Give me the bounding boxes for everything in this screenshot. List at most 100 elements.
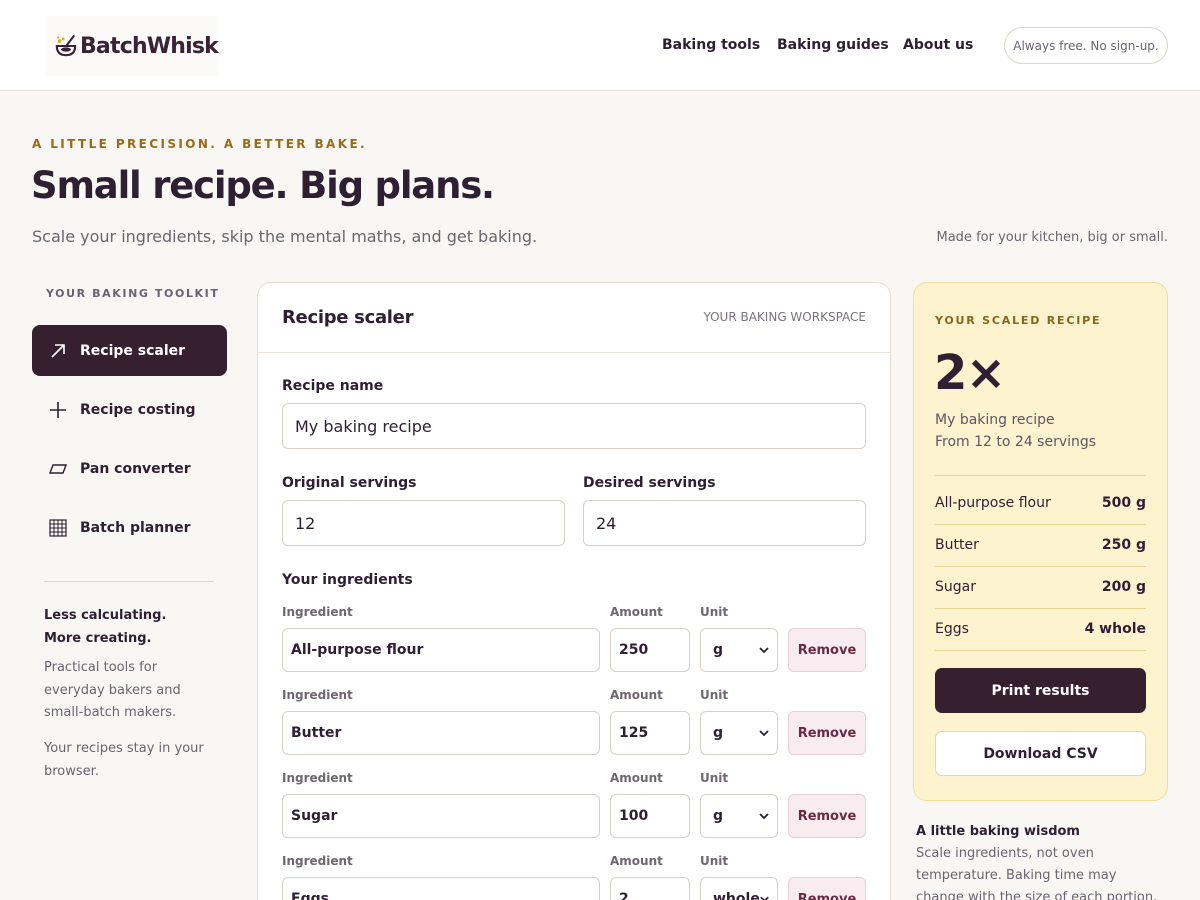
- result-ingredient-name: Butter: [935, 537, 979, 553]
- print-results-button[interactable]: Print results: [935, 668, 1146, 713]
- card-title: Recipe scaler: [282, 307, 414, 328]
- chevron-down-icon: [760, 896, 769, 900]
- workspace-tag: YOUR BAKING WORKSPACE: [703, 310, 866, 324]
- ingredient-amount-input[interactable]: [610, 711, 690, 755]
- sidebar-item-batch-planner[interactable]: Batch planner: [32, 502, 227, 553]
- unit-select-value: whole: [713, 891, 760, 900]
- result-ingredient-name: Sugar: [935, 579, 976, 595]
- sidebar-item-label: Batch planner: [80, 519, 191, 536]
- baking-wisdom-title: A little baking wisdom: [916, 824, 1080, 839]
- chevron-down-icon: [759, 730, 769, 737]
- nav-baking-guides[interactable]: Baking guides: [777, 37, 889, 53]
- amount-column-label: Amount: [610, 605, 663, 619]
- unit-column-label: Unit: [700, 771, 729, 785]
- sidebar-item-pan-converter[interactable]: Pan converter: [32, 443, 227, 494]
- sidebar-item-recipe-costing[interactable]: Recipe costing: [32, 384, 227, 435]
- amount-column-label: Amount: [610, 771, 663, 785]
- ingredient-amount-input[interactable]: [610, 628, 690, 672]
- unit-select[interactable]: g: [700, 628, 778, 672]
- nav-baking-tools[interactable]: Baking tools: [662, 37, 760, 53]
- sidebar-tagline: Less calculating.: [44, 608, 167, 623]
- sidebar-heading: YOUR BAKING TOOLKIT: [46, 287, 220, 300]
- ingredient-column-label: Ingredient: [282, 854, 353, 868]
- remove-ingredient-button[interactable]: Remove: [788, 877, 866, 900]
- whisk-bowl-icon: [55, 35, 77, 57]
- result-ingredient-name: All-purpose flour: [935, 495, 1051, 511]
- sidebar-privacy-note: Your recipes stay in your browser.: [44, 741, 204, 779]
- result-ingredient-value: 4 whole: [1084, 621, 1146, 637]
- ingredient-column-label: Ingredient: [282, 605, 353, 619]
- top-bar: BatchWhisk Baking tools Baking guides Ab…: [0, 0, 1200, 91]
- recipe-name-label: Recipe name: [282, 378, 384, 394]
- ingredient-amount-input[interactable]: [610, 877, 690, 900]
- sidebar-item-label: Pan converter: [80, 460, 191, 477]
- unit-select-value: g: [713, 808, 724, 824]
- ingredient-name-input[interactable]: [282, 711, 600, 755]
- result-recipe-name: My baking recipe: [935, 412, 1055, 428]
- remove-ingredient-button[interactable]: Remove: [788, 794, 866, 838]
- recipe-name-input[interactable]: [282, 403, 866, 449]
- scaled-recipe-panel: YOUR SCALED RECIPE 2× My baking recipe F…: [913, 282, 1168, 801]
- unit-select-value: g: [713, 642, 724, 658]
- original-servings-input[interactable]: [282, 500, 565, 546]
- desired-servings-label: Desired servings: [583, 475, 716, 491]
- result-servings-line: From 12 to 24 servings: [935, 434, 1097, 450]
- remove-ingredient-button[interactable]: Remove: [788, 628, 866, 672]
- brand-logo[interactable]: BatchWhisk: [46, 16, 219, 76]
- page-title: Small recipe. Big plans.: [31, 164, 495, 207]
- result-row: Butter 250 g: [935, 524, 1146, 566]
- result-ingredient-value: 200 g: [1101, 579, 1146, 595]
- unit-select[interactable]: whole: [700, 877, 778, 900]
- divider: [935, 650, 1146, 651]
- unit-select[interactable]: g: [700, 711, 778, 755]
- amount-column-label: Amount: [610, 854, 663, 868]
- sidebar-item-label: Recipe scaler: [80, 342, 186, 359]
- free-badge: Always free. No sign-up.: [1004, 27, 1168, 64]
- result-row: Eggs 4 whole: [935, 608, 1146, 650]
- ingredient-name-input[interactable]: [282, 877, 600, 900]
- ingredient-column-label: Ingredient: [282, 688, 353, 702]
- result-eyebrow: YOUR SCALED RECIPE: [935, 314, 1102, 327]
- made-for-note: Made for your kitchen, big or small.: [936, 230, 1169, 245]
- recipe-scaler-card: Recipe scaler YOUR BAKING WORKSPACE Reci…: [257, 282, 891, 900]
- brand-name: BatchWhisk: [79, 33, 219, 59]
- ingredient-amount-input[interactable]: [610, 794, 690, 838]
- unit-column-label: Unit: [700, 688, 729, 702]
- result-row: All-purpose flour 500 g: [935, 482, 1146, 524]
- sidebar-description: Practical tools for everyday bakers and …: [44, 660, 181, 720]
- result-ingredient-value: 250 g: [1101, 537, 1146, 553]
- original-servings-label: Original servings: [282, 475, 417, 491]
- ingredient-name-input[interactable]: [282, 794, 600, 838]
- hero-eyebrow: A LITTLE PRECISION. A BETTER BAKE.: [32, 137, 367, 151]
- unit-column-label: Unit: [700, 854, 729, 868]
- unit-column-label: Unit: [700, 605, 729, 619]
- nav-about-us[interactable]: About us: [903, 37, 973, 53]
- plus-icon: [48, 400, 68, 420]
- page-subtitle: Scale your ingredients, skip the mental …: [32, 227, 538, 246]
- scale-factor: 2×: [934, 345, 1006, 401]
- remove-ingredient-button[interactable]: Remove: [788, 711, 866, 755]
- unit-select-value: g: [713, 725, 724, 741]
- arrow-up-right-icon: [48, 341, 68, 361]
- result-row: Sugar 200 g: [935, 566, 1146, 608]
- desired-servings-input[interactable]: [583, 500, 866, 546]
- baking-wisdom-text: Scale ingredients, not oven temperature.…: [916, 846, 1158, 900]
- sidebar-item-label: Recipe costing: [80, 401, 196, 418]
- ingredient-name-input[interactable]: [282, 628, 600, 672]
- sidebar-tagline: More creating.: [44, 631, 152, 646]
- chevron-down-icon: [759, 647, 769, 654]
- result-ingredient-value: 500 g: [1101, 495, 1146, 511]
- sidebar-divider: [44, 581, 214, 582]
- ingredient-column-label: Ingredient: [282, 771, 353, 785]
- grid-icon: [48, 518, 68, 538]
- chevron-down-icon: [759, 813, 769, 820]
- amount-column-label: Amount: [610, 688, 663, 702]
- pan-icon: [48, 459, 68, 479]
- card-header: Recipe scaler YOUR BAKING WORKSPACE: [258, 283, 890, 353]
- ingredients-heading: Your ingredients: [282, 572, 413, 588]
- result-ingredient-name: Eggs: [935, 621, 969, 637]
- sidebar-item-recipe-scaler[interactable]: Recipe scaler: [32, 325, 227, 376]
- unit-select[interactable]: g: [700, 794, 778, 838]
- download-csv-button[interactable]: Download CSV: [935, 731, 1146, 776]
- divider: [935, 475, 1146, 476]
